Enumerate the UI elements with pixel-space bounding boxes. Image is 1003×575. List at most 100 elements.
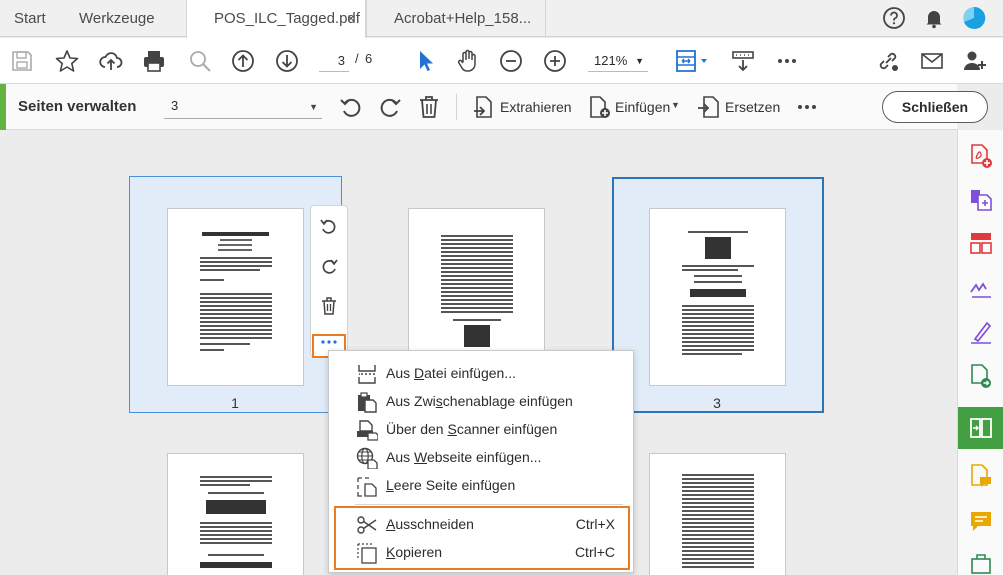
- more-options-icon[interactable]: [794, 94, 820, 120]
- page-preview-1: [167, 208, 304, 386]
- tab-document[interactable]: Acrobat+Help_158...: [366, 0, 546, 37]
- fill-sign-tool[interactable]: [958, 266, 1003, 310]
- page-down-icon[interactable]: [274, 48, 300, 74]
- organize-pages-icon: [970, 418, 992, 438]
- page-preview-6: [649, 453, 786, 575]
- page-text-preview: [200, 476, 272, 568]
- select-cursor-icon[interactable]: [412, 48, 438, 74]
- hand-tool-icon[interactable]: [455, 48, 481, 74]
- zoom-out-icon[interactable]: [498, 48, 524, 74]
- fit-page-icon[interactable]: [674, 48, 710, 74]
- menu-item-label: Aus Datei einfügen...: [386, 365, 516, 381]
- menu-item-insert-from-file[interactable]: Aus Datei einfügen...: [329, 359, 633, 387]
- add-user-icon[interactable]: [962, 48, 988, 74]
- cut-copy-highlight: [334, 506, 630, 570]
- menu-separator: [355, 504, 623, 505]
- file-insert-icon: [358, 365, 376, 384]
- blank-page-icon: [357, 477, 377, 497]
- zoom-in-icon[interactable]: [542, 48, 568, 74]
- tab-close-icon[interactable]: ×: [347, 0, 355, 37]
- organize-pages-active-tool[interactable]: [958, 407, 1003, 449]
- clipboard-icon: [358, 392, 377, 413]
- globe-icon: [356, 447, 378, 469]
- menu-item-label: Aus Zwischenablage einfügen: [386, 393, 573, 409]
- fill-sign-icon: [970, 282, 991, 298]
- tab-document-active[interactable]: POS_ILC_Tagged.pdf ×: [186, 0, 366, 38]
- scroll-mode-icon[interactable]: [730, 48, 756, 74]
- total-pages: 6: [365, 51, 373, 66]
- rotate-left-icon[interactable]: [338, 94, 364, 120]
- extract-pages-button[interactable]: Extrahieren: [500, 99, 572, 115]
- page-layout-icon: [970, 233, 992, 254]
- tab-start[interactable]: Start: [14, 0, 46, 37]
- comment-document-tool[interactable]: [958, 454, 1003, 498]
- menu-item-insert-from-scanner[interactable]: Über den Scanner einfügen: [329, 415, 633, 443]
- menu-item-insert-from-clipboard[interactable]: Aus Zwischenablage einfügen: [329, 387, 633, 415]
- insert-pages-icon[interactable]: [587, 94, 613, 120]
- document-comment-icon: [971, 464, 991, 487]
- page-range-value: 3: [171, 98, 179, 113]
- bookmark-star-icon[interactable]: [54, 48, 80, 74]
- tab-document-label: Acrobat+Help_158...: [394, 10, 532, 27]
- page-preview-4: [167, 453, 304, 575]
- delete-trash-icon[interactable]: [416, 94, 442, 120]
- organize-pages-toolbar: Seiten verwalten 3 ▼ Extrahieren Einfüge…: [0, 84, 957, 130]
- cloud-upload-icon[interactable]: [98, 48, 124, 74]
- replace-pages-button[interactable]: Ersetzen: [725, 99, 780, 115]
- print-icon[interactable]: [141, 48, 167, 74]
- menu-item-label: Leere Seite einfügen: [386, 477, 516, 493]
- zoom-search-icon[interactable]: [187, 48, 213, 74]
- tool-accent-bar: [0, 84, 6, 130]
- share-link-icon[interactable]: [875, 48, 901, 74]
- zoom-level-value: 121%: [594, 53, 628, 68]
- tab-tools[interactable]: Werkzeuge: [79, 0, 155, 37]
- signature-pen-icon: [971, 321, 992, 344]
- page-up-icon[interactable]: [230, 48, 256, 74]
- menu-item-label: Aus Webseite einfügen...: [386, 449, 542, 465]
- combine-files-icon: [971, 190, 992, 211]
- extract-pages-icon[interactable]: [471, 94, 497, 120]
- menu-item-insert-from-webpage[interactable]: Aus Webseite einfügen...: [329, 443, 633, 471]
- rotate-left-icon[interactable]: [319, 216, 339, 236]
- chevron-down-icon: ▼: [309, 102, 318, 112]
- toolbar-divider: [456, 94, 457, 120]
- page-text-preview: [682, 474, 754, 568]
- export-pdf-icon: [971, 364, 991, 388]
- create-pdf-icon: [971, 144, 992, 168]
- stamp-icon: [971, 554, 991, 574]
- menu-item-insert-blank-page[interactable]: Leere Seite einfügen: [329, 471, 633, 499]
- tab-bar: Start Werkzeuge POS_ILC_Tagged.pdf × Acr…: [0, 0, 1003, 38]
- tab-document-label: POS_ILC_Tagged.pdf: [214, 10, 360, 27]
- more-options-icon[interactable]: [774, 48, 800, 74]
- page-preview-3: [649, 208, 786, 386]
- close-tool-button[interactable]: Schließen: [882, 91, 988, 123]
- replace-pages-icon[interactable]: [696, 94, 722, 120]
- export-pdf-tool[interactable]: [958, 354, 1003, 398]
- chevron-down-icon[interactable]: ▼: [671, 100, 680, 110]
- page-text-preview: [682, 231, 754, 355]
- insert-pages-button[interactable]: Einfügen: [615, 99, 670, 115]
- notifications-bell-icon[interactable]: [922, 6, 946, 30]
- request-signature-tool[interactable]: [958, 310, 1003, 354]
- zoom-level-select[interactable]: 121% ▼: [588, 50, 648, 72]
- combine-files-tool[interactable]: [958, 178, 1003, 222]
- delete-trash-icon[interactable]: [319, 296, 339, 316]
- current-page-input[interactable]: [319, 50, 349, 72]
- comment-bubble-icon: [971, 512, 991, 531]
- help-icon[interactable]: [882, 6, 906, 30]
- rotate-right-icon[interactable]: [319, 256, 339, 276]
- create-pdf-tool[interactable]: [958, 134, 1003, 178]
- main-toolbar: / 6 121% ▼: [0, 38, 1003, 84]
- comment-tool[interactable]: [958, 500, 1003, 544]
- organize-pages-tool[interactable]: [958, 222, 1003, 266]
- chevron-down-icon: ▼: [635, 56, 644, 66]
- email-icon[interactable]: [919, 48, 945, 74]
- account-avatar-icon[interactable]: [962, 6, 986, 30]
- save-icon[interactable]: [9, 48, 35, 74]
- rotate-right-icon[interactable]: [377, 94, 403, 120]
- page-text-preview: [200, 232, 272, 351]
- page-range-select[interactable]: 3 ▼: [164, 95, 322, 119]
- scanner-icon: [357, 420, 378, 441]
- stamp-tool[interactable]: [958, 544, 1003, 575]
- menu-item-label: Über den Scanner einfügen: [386, 421, 558, 437]
